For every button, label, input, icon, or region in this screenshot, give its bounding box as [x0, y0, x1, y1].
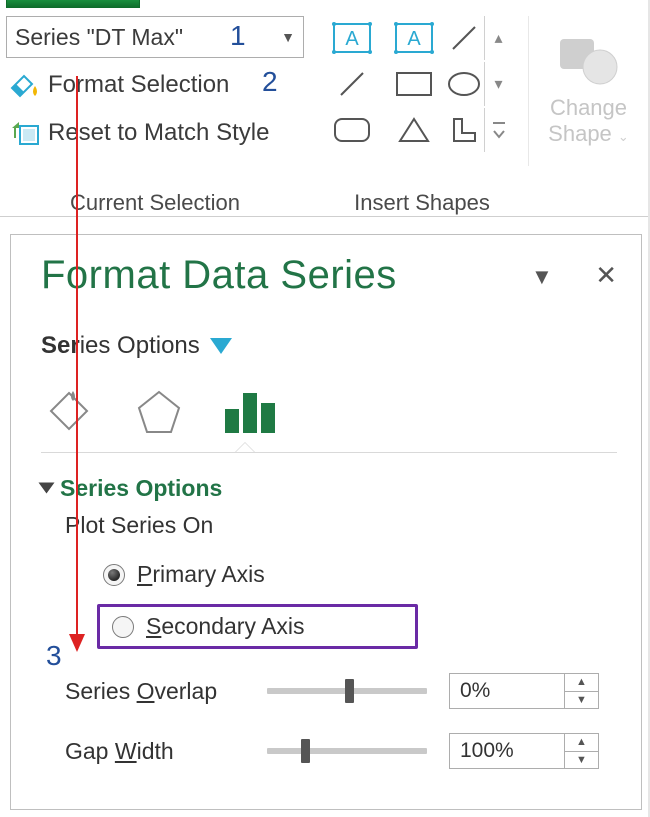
reset-icon — [8, 116, 42, 150]
gap-width-value[interactable]: 100% — [450, 734, 564, 768]
svg-text:A: A — [345, 28, 359, 50]
plot-series-on-label: Plot Series On — [65, 512, 617, 539]
insert-shapes-gallery[interactable]: A A ▴ ▾ — [322, 16, 514, 152]
format-data-series-pane: Format Data Series ▼ ✕ Series Options Se… — [10, 234, 642, 810]
change-shape-icon — [554, 35, 624, 89]
primary-axis-radio[interactable]: Primary Axis — [103, 561, 617, 588]
spin-up-icon[interactable]: ▲ — [565, 674, 598, 692]
fill-line-category[interactable] — [41, 386, 97, 438]
chevron-down-icon: ⌄ — [618, 129, 629, 144]
group-label-insert-shapes: Insert Shapes — [312, 190, 532, 216]
rectangle-icon[interactable] — [384, 62, 444, 106]
chevron-down-icon: ▼ — [281, 29, 295, 45]
radio-icon — [112, 616, 134, 638]
close-icon[interactable]: ✕ — [595, 260, 617, 290]
textbox-a-icon[interactable]: A — [322, 16, 382, 60]
series-options-category[interactable] — [221, 386, 277, 438]
ribbon-tab-accent — [6, 0, 140, 8]
series-options-dropdown[interactable]: Series Options — [41, 332, 617, 360]
chevron-down-icon — [210, 338, 232, 354]
gallery-scroll-down[interactable]: ▾ — [484, 62, 512, 106]
triangle-icon[interactable] — [384, 108, 444, 152]
annotation-number: 3 — [46, 640, 62, 672]
chart-element-selector[interactable]: Series "DT Max" ▼ — [6, 16, 304, 58]
series-options-section-header[interactable]: Series Options — [41, 475, 617, 502]
chart-element-selector-value: Series "DT Max" — [15, 24, 183, 51]
annotation-number: 1 — [230, 20, 246, 52]
spin-down-icon[interactable]: ▼ — [565, 692, 598, 709]
spin-up-icon[interactable]: ▲ — [565, 734, 598, 752]
paint-bucket-icon — [8, 68, 42, 102]
line-shape-icon[interactable] — [446, 16, 482, 60]
effects-category[interactable] — [131, 386, 187, 438]
series-overlap-control: Series Overlap 0% ▲ ▼ — [65, 673, 617, 709]
series-overlap-slider[interactable] — [267, 688, 427, 694]
change-shape-label-2: Shape — [548, 121, 612, 146]
gap-width-slider[interactable] — [267, 748, 427, 754]
annotation-arrow — [76, 76, 78, 650]
rounded-rect-icon[interactable] — [322, 108, 382, 152]
reset-to-match-style-button[interactable]: Reset to Match Style — [6, 112, 304, 154]
gallery-expand[interactable] — [484, 108, 512, 152]
annotation-number: 2 — [262, 66, 278, 98]
collapse-icon — [39, 483, 55, 494]
ribbon-divider — [0, 216, 650, 217]
svg-text:A: A — [407, 28, 421, 50]
series-overlap-input[interactable]: 0% ▲ ▼ — [449, 673, 599, 709]
slider-thumb[interactable] — [345, 679, 354, 703]
gap-width-input[interactable]: 100% ▲ ▼ — [449, 733, 599, 769]
line-shape-icon[interactable] — [322, 62, 382, 106]
gap-width-control: Gap Width 100% ▲ ▼ — [65, 733, 617, 769]
change-shape-label-1: Change — [550, 95, 627, 121]
secondary-axis-radio[interactable]: Secondary Axis — [97, 604, 617, 649]
textbox-a-icon[interactable]: A — [384, 16, 444, 60]
radio-icon — [103, 564, 125, 586]
group-label-current-selection: Current Selection — [6, 190, 304, 216]
reset-to-match-label: Reset to Match Style — [48, 119, 269, 147]
gallery-scroll-up[interactable]: ▴ — [484, 16, 512, 60]
l-shape-icon[interactable] — [446, 108, 482, 152]
pane-title: Format Data Series — [41, 253, 397, 298]
ribbon: Series "DT Max" ▼ Format Selection — [6, 16, 644, 216]
pane-options-dropdown[interactable]: ▼ — [531, 264, 553, 289]
spin-down-icon[interactable]: ▼ — [565, 752, 598, 769]
current-selection-group: Series "DT Max" ▼ Format Selection — [6, 16, 304, 154]
oval-icon[interactable] — [446, 62, 482, 106]
slider-thumb[interactable] — [301, 739, 310, 763]
change-shape-button: Change Shape ⌄ — [528, 16, 648, 166]
format-selection-button[interactable]: Format Selection — [6, 64, 304, 106]
series-overlap-value[interactable]: 0% — [450, 674, 564, 708]
